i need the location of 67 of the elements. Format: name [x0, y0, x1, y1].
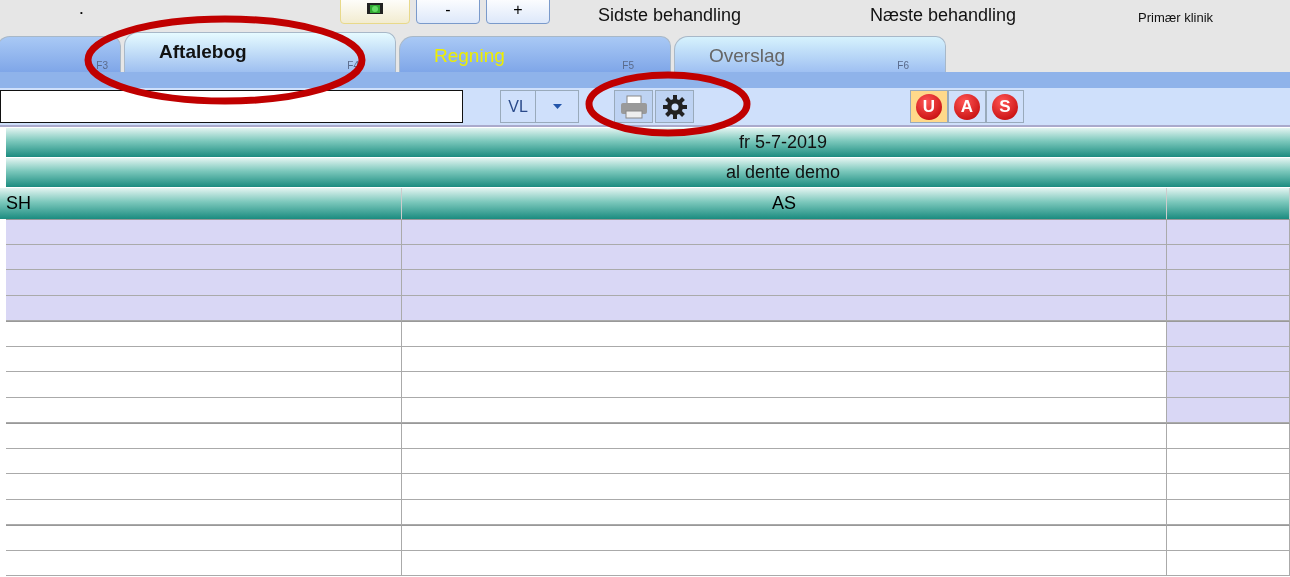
date-header: fr 5-7-2019 [6, 128, 1290, 157]
provider-select[interactable]: VL [500, 90, 579, 123]
time-slot[interactable] [402, 550, 1167, 576]
time-slot[interactable] [6, 499, 402, 525]
time-slot[interactable] [1167, 499, 1290, 525]
clinic-header: al dente demo [6, 158, 1290, 187]
time-slot[interactable] [402, 346, 1167, 372]
settings-button[interactable] [655, 90, 694, 123]
time-slot[interactable] [6, 550, 402, 576]
time-slot[interactable] [1167, 270, 1290, 296]
tab-label: Aftalebog [159, 41, 247, 63]
time-slot[interactable] [6, 448, 402, 474]
time-slot[interactable] [1167, 372, 1290, 398]
time-slot[interactable] [402, 321, 1167, 347]
time-slot[interactable] [402, 397, 1167, 423]
tab-label: Regning [434, 45, 505, 67]
time-slot[interactable] [402, 270, 1167, 296]
settings-icon [661, 93, 688, 120]
header-label: Primær klinik [1138, 10, 1214, 25]
time-slot[interactable] [6, 346, 402, 372]
tab[interactable]: F3 [0, 36, 121, 72]
time-slot[interactable] [402, 423, 1167, 449]
time-slot[interactable] [1167, 448, 1290, 474]
time-slot[interactable] [402, 219, 1167, 245]
dot-marker: • [80, 8, 83, 17]
time-slot[interactable] [402, 499, 1167, 525]
status-button[interactable]: U [910, 90, 948, 123]
time-slot[interactable] [6, 244, 402, 270]
time-slot[interactable] [1167, 219, 1290, 245]
time-slot[interactable] [402, 372, 1167, 398]
time-slot[interactable] [6, 372, 402, 398]
time-slot[interactable] [6, 219, 402, 245]
header-label: Næste behandling [870, 5, 1017, 26]
time-slot[interactable] [6, 295, 402, 321]
time-slot[interactable] [1167, 397, 1290, 423]
tab[interactable]: Overslag F6 [674, 36, 946, 72]
step-button[interactable]: - [416, 0, 480, 24]
step-button[interactable]: + [486, 0, 550, 24]
time-slot[interactable] [6, 270, 402, 296]
time-slot[interactable] [6, 525, 402, 551]
time-slot[interactable] [1167, 423, 1290, 449]
time-slot[interactable] [1167, 295, 1290, 321]
header-label: Sidste behandling [598, 5, 742, 26]
time-slot[interactable] [1167, 550, 1290, 576]
time-slot[interactable] [402, 474, 1167, 500]
tab[interactable]: Regning F5 [399, 36, 671, 72]
time-slot[interactable] [6, 423, 402, 449]
time-slot[interactable] [1167, 244, 1290, 270]
caret-icon [552, 104, 562, 109]
time-slot[interactable] [402, 525, 1167, 551]
time-slot[interactable] [6, 397, 402, 423]
status-button[interactable]: A [948, 90, 986, 123]
time-slot[interactable] [1167, 474, 1290, 500]
time-slot[interactable] [1167, 525, 1290, 551]
column-header: SH [0, 188, 402, 219]
time-slot[interactable] [6, 321, 402, 347]
printer-icon [619, 94, 648, 119]
time-slot[interactable] [1167, 346, 1290, 372]
time-slot[interactable] [402, 295, 1167, 321]
status-button[interactable]: S [986, 90, 1024, 123]
time-slot[interactable] [402, 448, 1167, 474]
input-field[interactable] [0, 90, 463, 123]
time-slot[interactable] [6, 474, 402, 500]
time-slot[interactable] [402, 244, 1167, 270]
tab-label: Overslag [709, 45, 786, 67]
time-slot[interactable] [1167, 321, 1290, 347]
column-header: AS [402, 188, 1167, 219]
